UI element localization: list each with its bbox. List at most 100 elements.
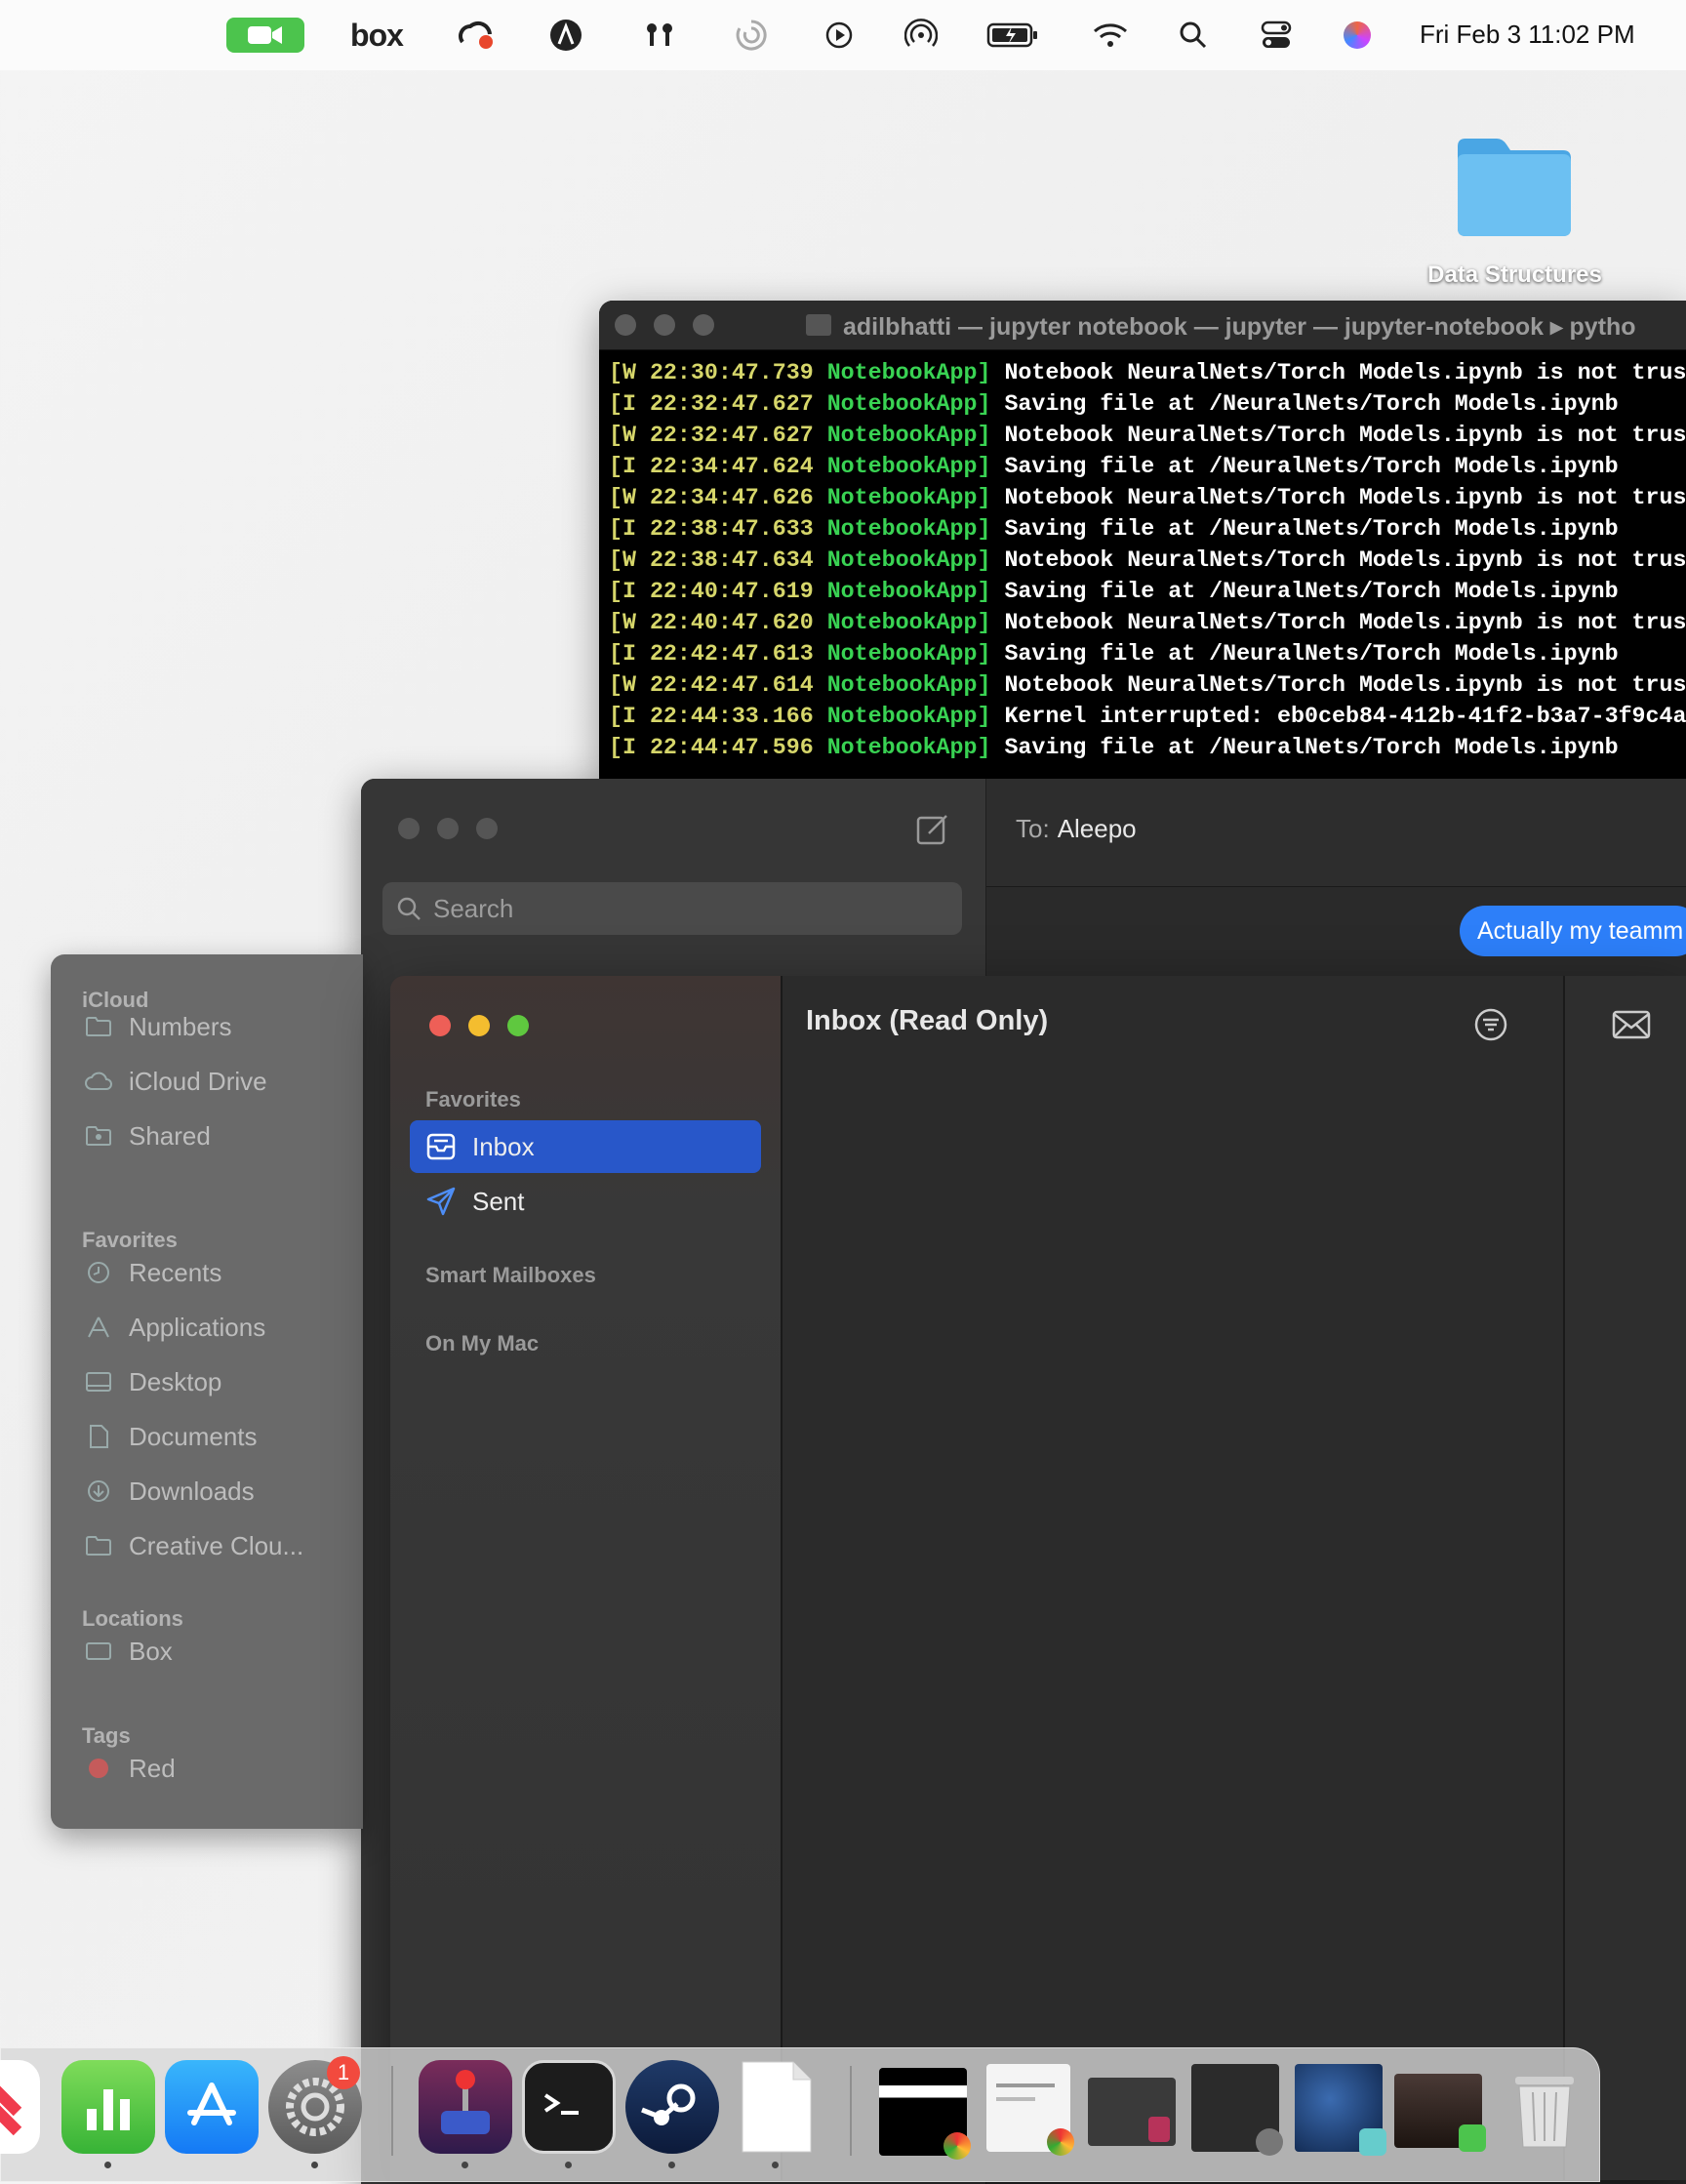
terminal-window[interactable]: adilbhatti — jupyter notebook — jupyter … [599, 301, 1686, 787]
play-icon[interactable] [822, 18, 857, 53]
wifi-icon[interactable] [1091, 18, 1130, 53]
news-icon[interactable] [0, 2060, 40, 2154]
message-bubble[interactable]: Actually my teamm [1460, 906, 1686, 956]
close-button[interactable] [398, 818, 420, 839]
finder-sidebar: iCloud Numbers iCloud Drive Shared Favor… [51, 954, 363, 1829]
terminal-tag: [I 22:38:47.633 [609, 516, 814, 542]
finder-item-shared[interactable]: Shared [84, 1116, 211, 1155]
finder-item-recents[interactable]: Recents [84, 1253, 221, 1292]
box-icon[interactable]: box [347, 18, 406, 53]
facetime-thumb[interactable] [1394, 2074, 1486, 2152]
chrome-window-thumb-1[interactable] [879, 2068, 971, 2160]
minimize-button[interactable] [437, 818, 459, 839]
zoom-button[interactable] [476, 818, 498, 839]
terminal-titlebar[interactable]: adilbhatti — jupyter notebook — jupyter … [599, 301, 1686, 350]
finder-item-numbers[interactable]: Numbers [84, 1007, 231, 1046]
facetime-icon[interactable] [226, 18, 304, 53]
mail-section-on-my-mac[interactable]: On My Mac [425, 1331, 539, 1356]
mailbox-label: Sent [472, 1186, 525, 1216]
trash-icon[interactable] [1498, 2060, 1591, 2154]
finder-item-label: Desktop [129, 1366, 222, 1396]
terminal-output[interactable]: [W 22:30:47.739 NotebookApp] Notebook Ne… [609, 357, 1686, 763]
mail-section-smart-mailboxes[interactable]: Smart Mailboxes [425, 1263, 596, 1288]
finder-item-label: Red [129, 1753, 176, 1783]
terminal-app: NotebookApp] [826, 547, 991, 573]
timing-icon[interactable] [734, 18, 769, 53]
airpods-icon[interactable] [642, 18, 677, 53]
clock-icon [84, 1258, 113, 1287]
terminal-app: NotebookApp] [826, 610, 991, 635]
joystick-app-icon[interactable] [419, 2060, 512, 2154]
finder-item-documents[interactable]: Documents [84, 1417, 258, 1456]
joystick-window-thumb[interactable] [1088, 2078, 1176, 2146]
messages-search-field[interactable]: Search [382, 882, 962, 935]
dock-separator [391, 2066, 393, 2156]
terminal-tag: [I 22:44:33.166 [609, 704, 814, 729]
terminal-msg: Saving file at /NeuralNets/Torch Models.… [1004, 579, 1619, 604]
mail-window[interactable]: Favorites Inbox Sent Smart Mailboxes On … [390, 976, 1686, 2180]
to-label: To: [1016, 814, 1050, 843]
finder-item-desktop[interactable]: Desktop [84, 1362, 221, 1401]
running-indicator [462, 2162, 468, 2168]
terminal-app: NotebookApp] [826, 672, 991, 698]
numbers-icon[interactable] [61, 2060, 155, 2154]
terminal-msg: Notebook NeuralNets/Torch Models.ipynb i… [1004, 360, 1686, 385]
close-button[interactable] [429, 1015, 451, 1036]
terminal-icon[interactable] [522, 2060, 616, 2154]
terminal-msg: Saving file at /NeuralNets/Torch Models.… [1004, 735, 1619, 760]
finder-item-downloads[interactable]: Downloads [84, 1472, 255, 1511]
siri-icon[interactable] [1341, 18, 1374, 53]
minimize-button[interactable] [654, 314, 675, 336]
battery-icon[interactable] [985, 18, 1040, 53]
applications-icon [84, 1313, 113, 1342]
finder-item-icloud-drive[interactable]: iCloud Drive [84, 1062, 267, 1101]
finder-item-creative-cloud[interactable]: Creative Clou... [84, 1526, 303, 1565]
recipient-field[interactable]: To: Aleepo [1016, 814, 1137, 844]
recipient-name: Aleepo [1057, 814, 1137, 843]
terminal-line: [I 22:38:47.633 NotebookApp] Saving file… [609, 513, 1686, 545]
finder-item-applications[interactable]: Applications [84, 1308, 265, 1347]
menu-clock[interactable]: Fri Feb 3 11:02 PM [1420, 20, 1635, 50]
mailbox-sent[interactable]: Sent [410, 1175, 761, 1228]
terminal-app: NotebookApp] [826, 704, 991, 729]
alfred-icon[interactable] [548, 18, 583, 53]
terminal-tag: [I 22:32:47.627 [609, 391, 814, 417]
airdrop-icon[interactable] [903, 18, 939, 53]
maps-thumb[interactable] [1295, 2064, 1386, 2156]
desktop-folder-label[interactable]: Data Structures [1405, 262, 1625, 289]
terminal-msg: Notebook NeuralNets/Torch Models.ipynb i… [1004, 485, 1686, 510]
messages-header: To: Aleepo [986, 779, 1686, 887]
box-drive-icon [84, 1637, 113, 1666]
mailbox-title: Inbox (Read Only) [806, 1005, 1049, 1036]
system-settings-thumb[interactable] [1191, 2064, 1283, 2156]
creative-cloud-icon[interactable] [455, 18, 498, 53]
desktop-folder-icon[interactable] [1454, 133, 1575, 240]
control-center-icon[interactable] [1259, 18, 1294, 53]
message-list[interactable]: Inbox (Read Only) [783, 976, 1565, 2180]
terminal-tag: [I 22:40:47.619 [609, 579, 814, 604]
terminal-line: [I 22:42:47.613 NotebookApp] Saving file… [609, 638, 1686, 669]
document-icon [84, 1422, 113, 1451]
dock: 1 [0, 2047, 1600, 2182]
app-store-icon[interactable] [165, 2060, 259, 2154]
dock-separator [850, 2066, 852, 2156]
finder-item-red-tag[interactable]: Red [84, 1749, 176, 1788]
close-button[interactable] [615, 314, 636, 336]
finder-item-box[interactable]: Box [84, 1632, 173, 1671]
zoom-button[interactable] [507, 1015, 529, 1036]
envelope-icon[interactable] [1612, 1009, 1651, 1045]
document-icon[interactable] [729, 2060, 823, 2154]
terminal-app: NotebookApp] [826, 423, 991, 448]
zoom-button[interactable] [693, 314, 714, 336]
compose-icon[interactable] [915, 812, 950, 852]
terminal-tag: [I 22:42:47.613 [609, 641, 814, 667]
steam-icon[interactable] [625, 2060, 719, 2154]
filter-icon[interactable] [1473, 1007, 1508, 1047]
chrome-window-thumb-2[interactable] [986, 2064, 1074, 2156]
minimize-button[interactable] [468, 1015, 490, 1036]
mailbox-inbox[interactable]: Inbox [410, 1120, 761, 1173]
running-indicator [104, 2162, 111, 2168]
terminal-msg: Notebook NeuralNets/Torch Models.ipynb i… [1004, 423, 1686, 448]
mail-section-favorites: Favorites [425, 1087, 521, 1112]
spotlight-icon[interactable] [1177, 18, 1210, 53]
